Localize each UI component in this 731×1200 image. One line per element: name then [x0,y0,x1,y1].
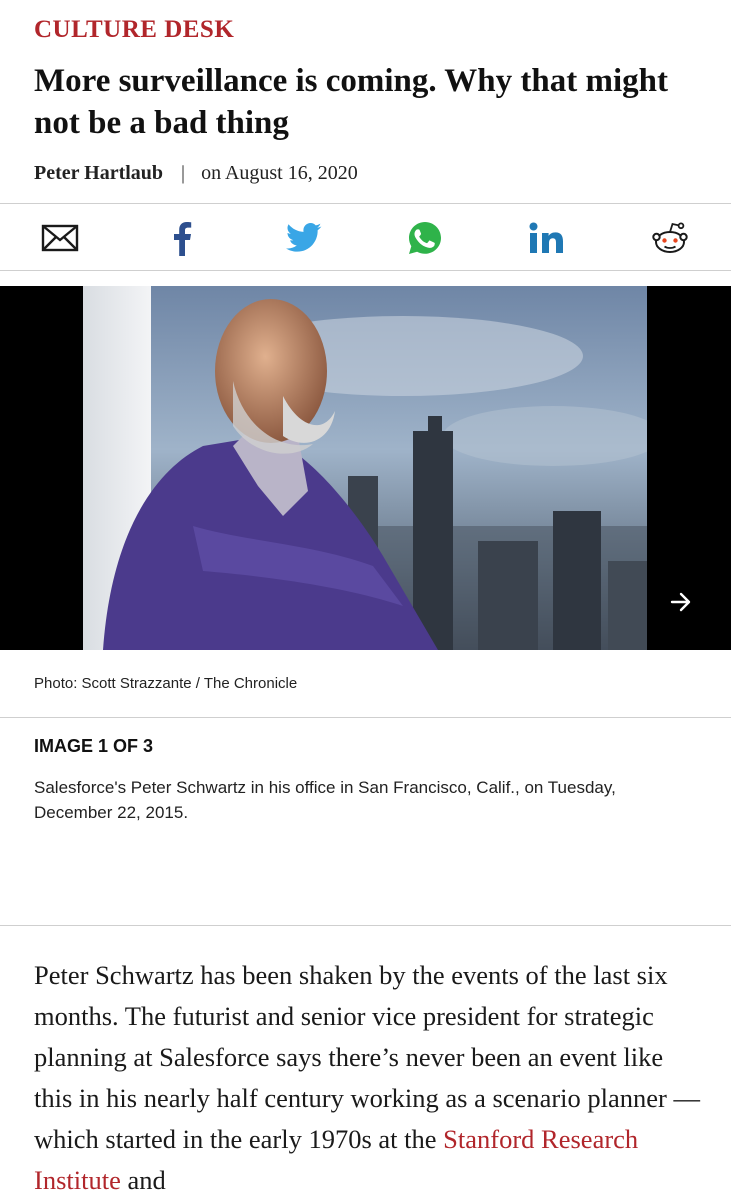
reddit-icon [652,222,688,253]
article-headline: More surveillance is coming. Why that mi… [34,63,668,141]
photo-credit: Photo: Scott Strazzante / The Chronicle [34,675,298,692]
facebook-share-button[interactable] [160,217,204,259]
photo-caption: Salesforce's Peter Schwartz in his offic… [34,778,616,822]
whatsapp-icon [409,222,441,254]
publish-date: on August 16, 2020 [201,161,358,184]
linkedin-share-button[interactable] [525,217,569,259]
twitter-share-button[interactable] [282,217,326,259]
divider [0,717,731,718]
byline-separator: | [181,161,186,184]
article-paragraph: Peter Schwartz has been shaken by the ev… [34,955,704,1200]
divider [0,925,731,926]
share-bar [0,203,731,271]
byline: Peter Hartlaub | on August 16, 2020 [34,158,358,188]
section-label[interactable]: CULTURE DESK [34,16,234,44]
next-image-button[interactable] [667,588,695,616]
linkedin-icon [529,222,563,253]
whatsapp-share-button[interactable] [403,217,447,259]
author-name[interactable]: Peter Hartlaub [34,162,163,185]
email-icon [41,224,79,252]
reddit-share-button[interactable] [648,217,692,259]
photo-gallery[interactable] [0,286,731,650]
gallery-photo[interactable] [83,286,647,650]
facebook-icon [174,222,192,256]
image-counter: IMAGE 1 OF 3 [34,736,154,756]
email-share-button[interactable] [38,217,82,259]
twitter-icon [286,223,322,252]
paragraph-text: and [120,1165,166,1195]
arrow-right-icon [670,592,691,612]
